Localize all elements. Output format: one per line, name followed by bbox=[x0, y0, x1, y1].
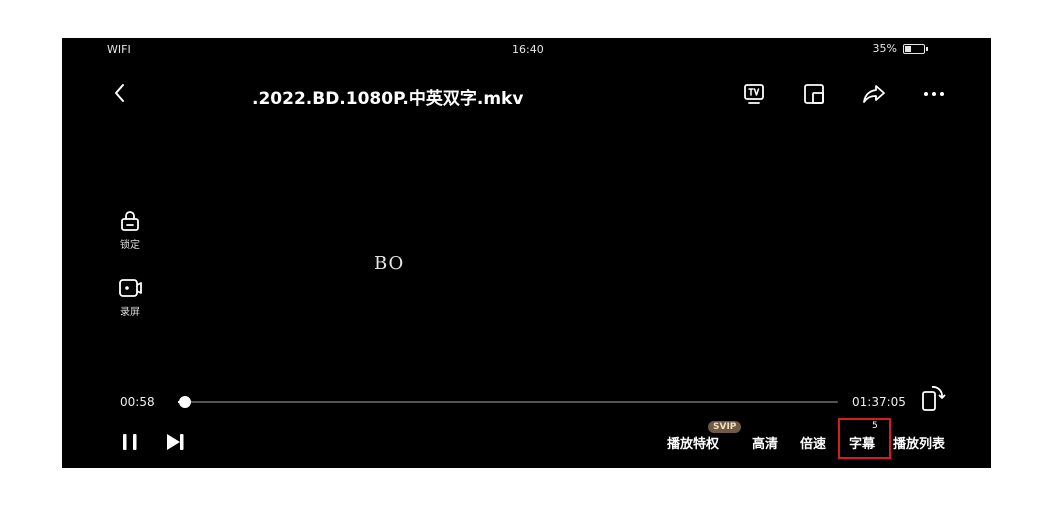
share-button[interactable] bbox=[860, 80, 887, 107]
skip-next-icon bbox=[167, 434, 184, 450]
tv-cast-icon bbox=[743, 83, 764, 104]
back-arrow-icon bbox=[115, 84, 124, 102]
pause-icon bbox=[123, 434, 137, 450]
lock-icon bbox=[121, 211, 139, 231]
battery-icon bbox=[903, 43, 928, 54]
picture-in-picture-icon bbox=[803, 83, 824, 104]
network-status: WIFI bbox=[107, 43, 131, 56]
back-button[interactable] bbox=[108, 80, 132, 106]
svip-badge: SVIP bbox=[708, 421, 742, 433]
quality-button[interactable]: 高清 bbox=[752, 433, 778, 452]
more-button[interactable] bbox=[920, 80, 947, 107]
picture-in-picture-button[interactable] bbox=[800, 80, 827, 107]
progress-bar[interactable] bbox=[178, 396, 838, 408]
battery-fill bbox=[905, 45, 911, 52]
lock-label: 锁定 bbox=[120, 240, 140, 251]
total-duration: 01:37:05 bbox=[852, 395, 906, 409]
pause-button[interactable] bbox=[119, 431, 141, 457]
playlist-button[interactable]: 播放列表 bbox=[893, 433, 945, 452]
rotate-button[interactable] bbox=[920, 384, 946, 412]
privilege-button[interactable]: 播放特权 bbox=[667, 433, 719, 452]
more-icon bbox=[923, 91, 944, 96]
screen-record-icon bbox=[119, 279, 142, 297]
status-bar: WIFI 16:40 35% bbox=[62, 38, 991, 60]
screen-record-label: 录屏 bbox=[120, 307, 140, 318]
battery-percent: 35% bbox=[872, 42, 897, 55]
progress-thumb[interactable] bbox=[178, 396, 191, 408]
video-title: .2022.BD.1080P.中英双字.mkv bbox=[252, 89, 524, 109]
current-time: 00:58 bbox=[120, 395, 155, 409]
share-icon bbox=[862, 84, 885, 103]
rotate-screen-icon bbox=[922, 386, 946, 411]
screen-record-button[interactable]: 录屏 bbox=[112, 277, 148, 318]
battery-status: 35% bbox=[872, 42, 928, 55]
clock: 16:40 bbox=[512, 43, 544, 56]
next-episode-button[interactable] bbox=[164, 431, 186, 457]
top-toolbar bbox=[740, 80, 947, 107]
subtitle-highlight-box bbox=[838, 418, 891, 459]
video-subtitle: BO bbox=[374, 253, 405, 274]
tv-cast-button[interactable] bbox=[740, 80, 767, 107]
lock-button[interactable]: 锁定 bbox=[112, 210, 148, 251]
speed-button[interactable]: 倍速 bbox=[800, 433, 826, 452]
video-player[interactable]: WIFI 16:40 35% .2022.BD.1080P.中英双字.mkv 锁… bbox=[62, 38, 991, 468]
